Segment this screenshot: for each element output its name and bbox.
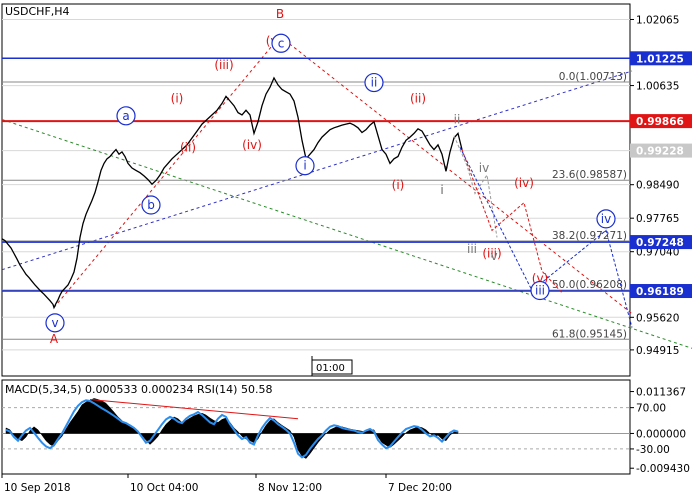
wave-label: b (147, 198, 155, 212)
wave-label: B (276, 7, 284, 21)
price-tick-label: 0.95620 (636, 312, 679, 324)
fibonacci-label: 0.0(1.00713) (559, 71, 627, 83)
wave-label: (iv) (514, 176, 534, 190)
indicator-title: MACD(5,34,5) 0.000533 0.000234 RSI(14) 5… (5, 383, 272, 396)
price-badge-label: 0.97248 (636, 237, 684, 249)
price-badge-label: 0.96189 (636, 286, 684, 298)
price-tick-label: 0.98490 (636, 180, 679, 192)
wave-label: (ii) (180, 140, 196, 154)
chart-canvas: 0.0(1.00713) 23.6(0.98587) 38.2(0.97271) 50… (0, 0, 700, 500)
price-badge-label: 0.99228 (636, 146, 684, 158)
wave-label: (i) (171, 92, 184, 106)
price-tick-label: 0.94915 (636, 345, 679, 357)
wave-label: ii (371, 76, 378, 90)
wave-label: iv (479, 161, 489, 175)
wave-label: ii (454, 113, 461, 127)
wave-label: iv (601, 212, 611, 226)
cursor-label: 01:00 (316, 363, 345, 374)
symbol-title: USDCHF,H4 (5, 5, 70, 18)
price-tick-label: 0.97765 (636, 213, 679, 225)
wave-label: (iii) (214, 58, 233, 72)
wave-label: v (51, 316, 58, 330)
wave-label: i (440, 183, 443, 197)
price-badge-label: 1.01225 (636, 53, 684, 65)
wave-label: iii (467, 242, 477, 256)
x-tick-label: 10 Sep 2018 (4, 482, 71, 494)
wave-label: i (303, 159, 306, 173)
x-tick-label: 7 Dec 20:00 (388, 482, 452, 494)
indicator-tick-label: 0.011367 (636, 387, 686, 399)
indicator-tick-label: 70.00 (636, 403, 666, 415)
indicator-tick-label: 0.000000 (636, 428, 686, 440)
wave-label: A (50, 332, 59, 346)
wave-label: (iv) (242, 138, 262, 152)
wave-label: c (278, 36, 285, 50)
wave-label: iii (535, 284, 545, 298)
wave-label: (ii) (410, 92, 426, 106)
wave-label: a (122, 109, 129, 123)
price-badge-label: 0.99866 (636, 116, 684, 128)
wave-label: v (490, 249, 497, 263)
x-tick-label: 10 Oct 04:00 (130, 482, 198, 494)
x-tick-label: 8 Nov 12:00 (258, 482, 322, 494)
indicator-tick-label: -0.009430 (636, 463, 690, 475)
fibonacci-label: 23.6(0.98587) (552, 169, 627, 181)
fibonacci-label: 38.2(0.97271) (552, 230, 627, 242)
wave-label: (i) (392, 178, 405, 192)
price-tick-label: 1.02065 (636, 14, 679, 26)
price-tick-label: 1.00635 (636, 81, 679, 93)
fibonacci-label: 50.0(0.96208) (552, 279, 627, 291)
indicator-tick-label: -30.00 (636, 444, 670, 456)
fibonacci-label: 61.8(0.95145) (552, 328, 627, 340)
